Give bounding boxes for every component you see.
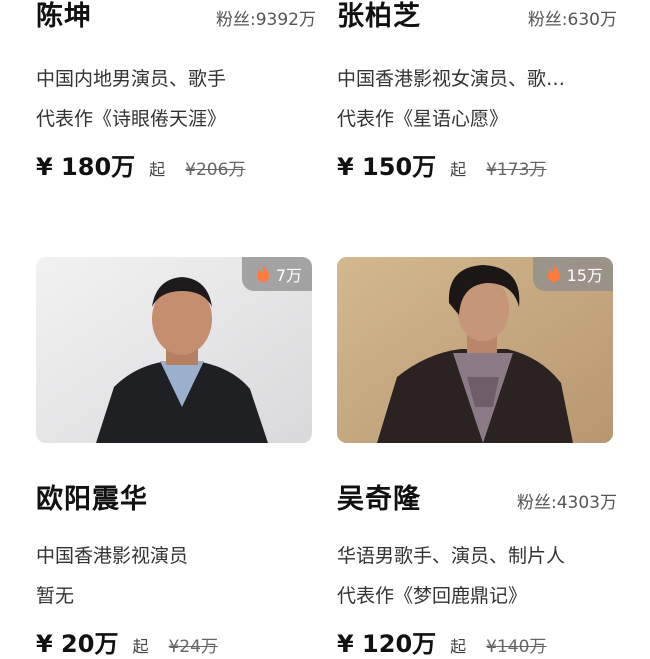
artist-works: 代表作《梦回鹿鼎记》	[337, 585, 528, 607]
artist-role: 中国内地男演员、歌手	[36, 68, 227, 90]
fans-count: 粉丝:4303万	[517, 493, 617, 513]
artist-description: 中国香港影视演员 暂无	[36, 536, 316, 616]
artist-description: 中国内地男演员、歌手 代表作《诗眼倦天涯》	[36, 59, 316, 139]
price: ¥ 150万	[337, 153, 437, 181]
price-row: ¥ 180万 起 ¥206万	[36, 147, 316, 182]
artist-works: 代表作《星语心愿》	[337, 108, 509, 130]
artist-role: 中国香港影视女演员、歌…	[337, 68, 566, 90]
artist-photo[interactable]: 7万	[36, 257, 312, 443]
fans-count: 粉丝:630万	[527, 10, 617, 30]
artist-card-zhang-baizhi[interactable]: 张柏芝 粉丝:630万 中国香港影视女演员、歌… 代表作《星语心愿》 ¥ 150…	[337, 0, 617, 182]
price-from-label: 起	[149, 160, 166, 179]
artist-card-ouyang-zhenhua[interactable]: 7万 欧阳震华 中国香港影视演员 暂无 ¥ 20万 起 ¥24万	[36, 257, 316, 659]
artist-name: 陈坤	[36, 1, 92, 32]
artist-card-wu-qilong[interactable]: 15万 吴奇隆 粉丝:4303万 华语男歌手、演员、制片人 代表作《梦回鹿鼎记》…	[337, 257, 617, 659]
original-price: ¥173万	[486, 160, 547, 180]
price-row: ¥ 150万 起 ¥173万	[337, 147, 617, 182]
original-price: ¥206万	[185, 160, 246, 180]
price-row: ¥ 120万 起 ¥140万	[337, 624, 617, 659]
artist-photo[interactable]: 15万	[337, 257, 613, 443]
price: ¥ 20万	[36, 630, 119, 658]
artist-description: 华语男歌手、演员、制片人 代表作《梦回鹿鼎记》	[337, 536, 617, 616]
fans-count: 粉丝:9392万	[216, 10, 316, 30]
artist-name: 欧阳震华	[36, 484, 148, 515]
artist-role: 华语男歌手、演员、制片人	[337, 545, 566, 567]
flame-icon	[256, 265, 269, 282]
price-row: ¥ 20万 起 ¥24万	[36, 624, 316, 659]
artist-description: 中国香港影视女演员、歌… 代表作《星语心愿》	[337, 59, 617, 139]
heat-count: 7万	[275, 266, 302, 285]
price: ¥ 120万	[337, 630, 437, 658]
artist-works: 代表作《诗眼倦天涯》	[36, 108, 227, 130]
original-price: ¥24万	[168, 637, 218, 657]
price-from-label: 起	[450, 637, 467, 656]
artist-card-chen-kun[interactable]: 陈坤 粉丝:9392万 中国内地男演员、歌手 代表作《诗眼倦天涯》 ¥ 180万…	[36, 0, 316, 182]
price-from-label: 起	[132, 637, 149, 656]
artist-works: 暂无	[36, 585, 75, 607]
artist-name: 张柏芝	[337, 1, 421, 32]
artist-name: 吴奇隆	[337, 484, 421, 515]
heat-badge: 15万	[532, 257, 613, 291]
original-price: ¥140万	[486, 637, 547, 657]
heat-count: 15万	[566, 266, 603, 285]
artist-role: 中国香港影视演员	[36, 545, 189, 567]
price: ¥ 180万	[36, 153, 136, 181]
price-from-label: 起	[450, 160, 467, 179]
flame-icon	[547, 265, 560, 282]
heat-badge: 7万	[241, 257, 312, 291]
